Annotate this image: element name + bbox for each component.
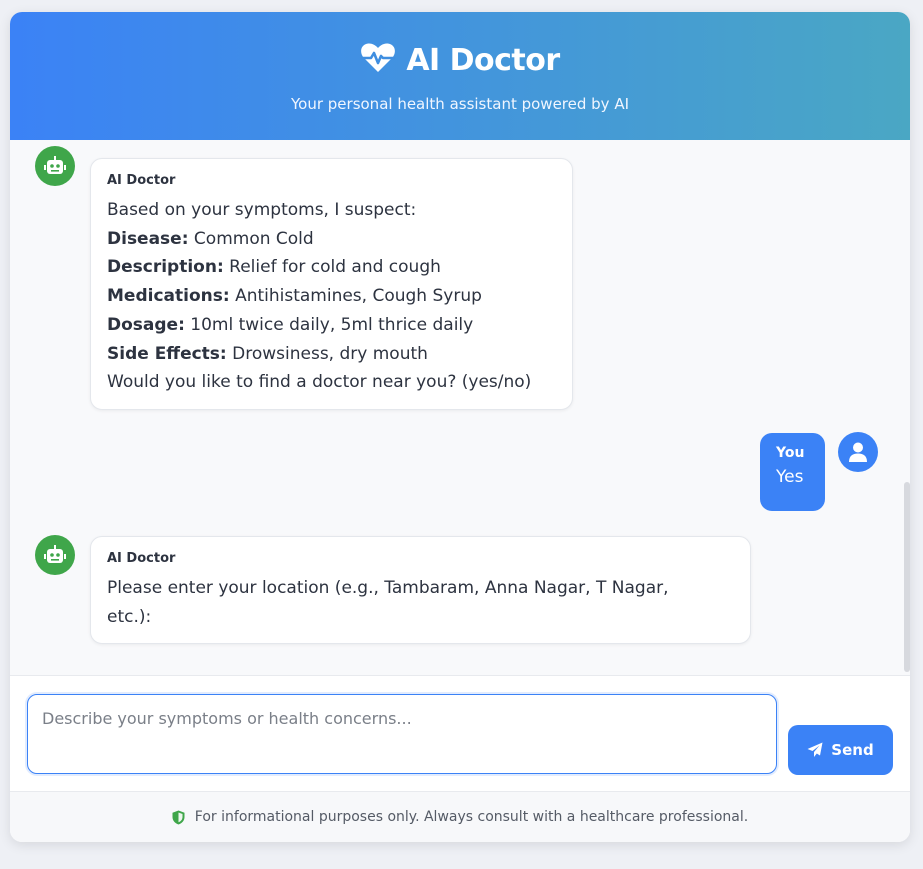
title-row: AI Doctor <box>10 42 910 78</box>
send-label: Send <box>831 741 874 759</box>
message-text-line: etc.): <box>107 606 152 627</box>
bot-avatar <box>35 146 75 186</box>
user-avatar <box>838 432 878 472</box>
shield-icon <box>172 810 185 824</box>
field-value: Antihistamines, Cough Syrup <box>235 286 482 307</box>
field-label: Medications: <box>107 286 230 307</box>
dosage-line: Dosage: 10ml twice daily, 5ml thrice dai… <box>107 311 556 340</box>
chat-messages[interactable]: AI Doctor Based on your symptoms, I susp… <box>10 140 910 675</box>
message-outro: Would you like to find a doctor near you… <box>107 372 532 393</box>
message-intro: Based on your symptoms, I suspect: <box>107 200 417 220</box>
medications-line: Medications: Antihistamines, Cough Syrup <box>107 282 556 311</box>
side-effects-line: Side Effects: Drowsiness, dry mouth <box>107 340 556 369</box>
page-subtitle: Your personal health assistant powered b… <box>290 95 630 113</box>
app-header: AI Doctor Your personal health assistant… <box>10 12 910 140</box>
message-sender: You <box>776 445 805 461</box>
page-title: AI Doctor <box>406 42 560 78</box>
bot-message: AI Doctor Based on your symptoms, I susp… <box>90 158 573 410</box>
disclaimer-footer: For informational purposes only. Always … <box>10 791 910 842</box>
field-label: Dosage: <box>107 314 185 335</box>
disclaimer-text: For informational purposes only. Always … <box>194 809 749 825</box>
composer: Send <box>10 675 910 791</box>
heartbeat-icon <box>360 42 396 78</box>
chat-scrollbar[interactable] <box>904 482 910 672</box>
message-text: Yes <box>776 467 804 487</box>
field-value: Common Cold <box>193 228 314 249</box>
field-label: Side Effects: <box>107 343 227 364</box>
chat-app: AI Doctor Your personal health assistant… <box>10 12 910 842</box>
disease-line: Disease: Common Cold <box>107 225 556 254</box>
send-button[interactable]: Send <box>788 725 893 775</box>
user-icon <box>849 442 867 462</box>
symptoms-input[interactable] <box>27 694 777 774</box>
robot-icon <box>44 156 66 174</box>
bot-message: AI Doctor Please enter your location (e.… <box>90 536 751 644</box>
field-label: Disease: <box>107 228 189 249</box>
robot-icon <box>44 545 66 563</box>
field-value: Relief for cold and cough <box>229 257 441 278</box>
paper-plane-icon <box>807 742 823 757</box>
message-sender: AI Doctor <box>107 551 176 566</box>
bot-avatar <box>35 535 75 575</box>
field-value: Drowsiness, dry mouth <box>232 343 428 364</box>
field-value: 10ml twice daily, 5ml thrice daily <box>190 314 474 335</box>
description-line: Description: Relief for cold and cough <box>107 253 556 282</box>
message-sender: AI Doctor <box>107 173 176 188</box>
message-text-line: Please enter your location (e.g., Tambar… <box>107 578 669 598</box>
user-message: You Yes <box>760 433 825 511</box>
field-label: Description: <box>107 257 224 278</box>
